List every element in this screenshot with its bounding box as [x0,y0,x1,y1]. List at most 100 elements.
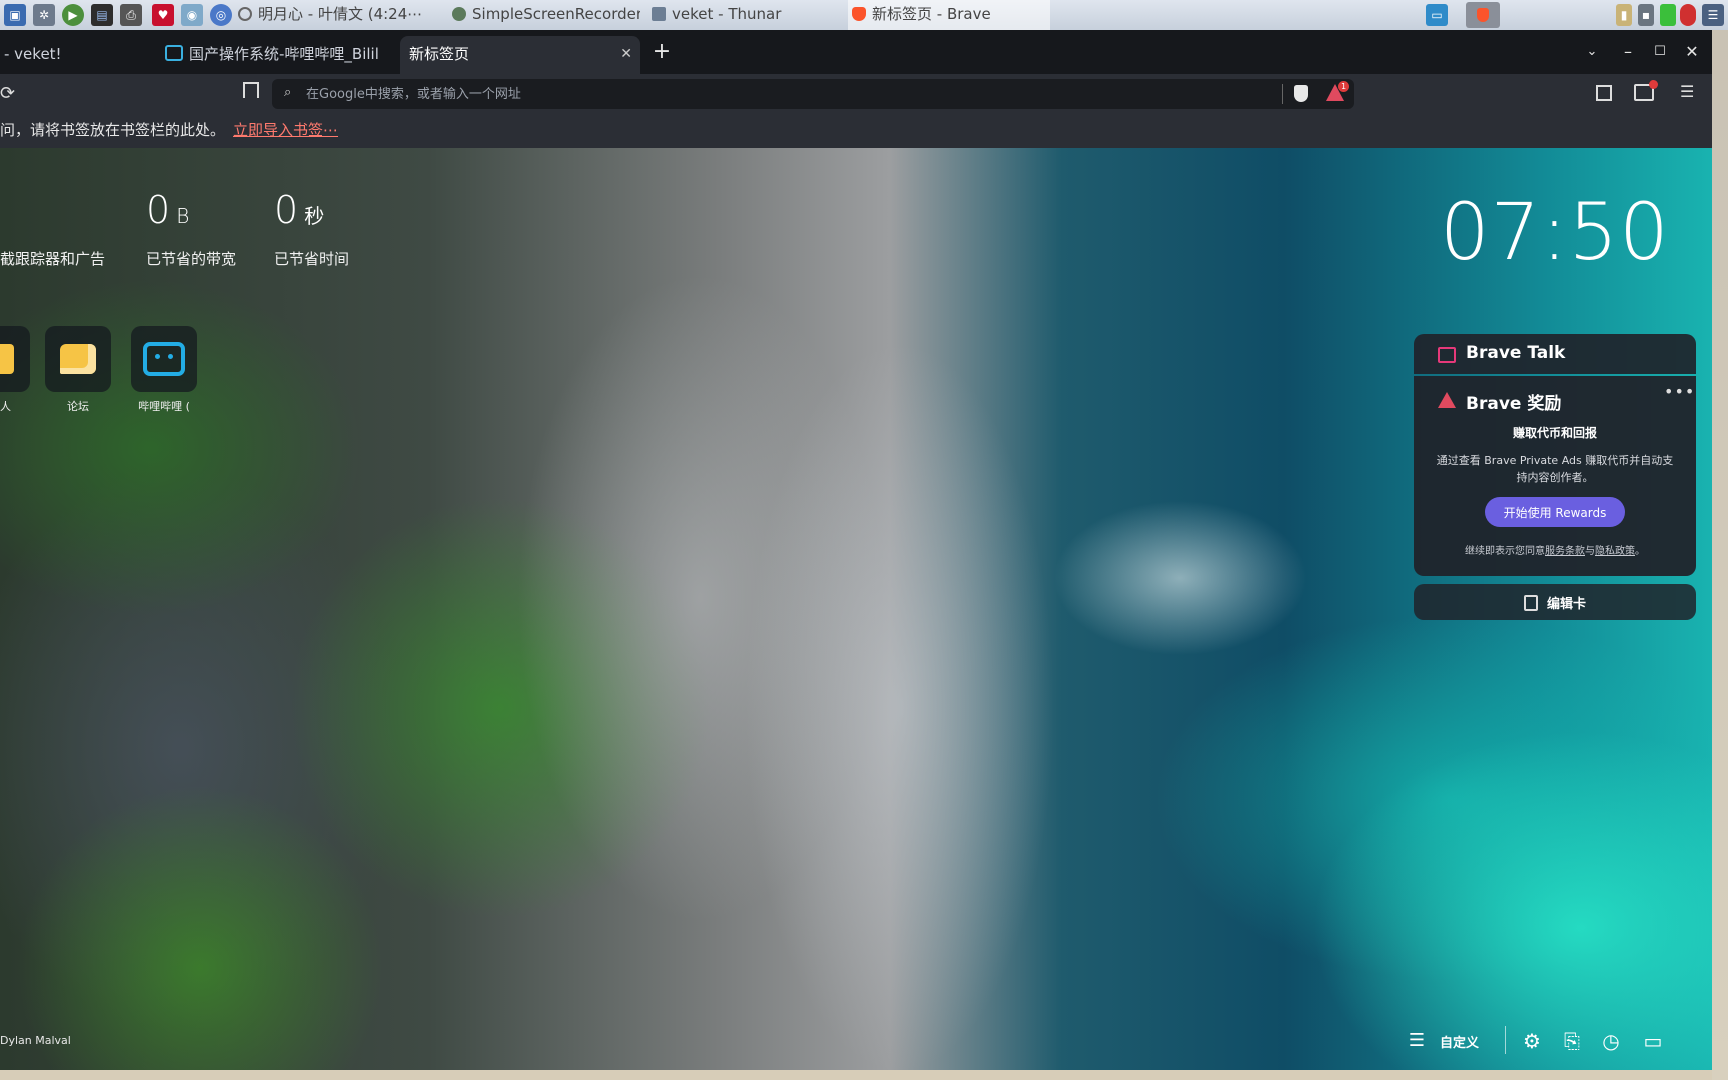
settings-gear-icon[interactable]: ✲ [33,4,55,26]
rewards-subtitle: 赚取代币和回报 [1512,426,1597,440]
battery-icon[interactable] [1660,4,1676,26]
close-tab-icon[interactable]: ✕ [620,36,632,72]
tab-title: 新标签页 [409,45,470,63]
desktop-background-edge [0,1070,1712,1080]
top-site-label: 人 [0,400,11,413]
tab-search-chevron-icon[interactable]: ⌄ [1578,38,1606,66]
bookmarks-icon[interactable]: ⎘ [1559,1028,1585,1054]
tab-strip: - veket! 国产操作系统-哔哩哔哩_Bilil 新标签页 ✕ + ⌄ – … [0,30,1712,74]
task-screen-recorder[interactable]: SimpleScreenRecorder [452,0,640,30]
new-tab-page: 截跟踪器和广告 0B 已节省的带宽 0秒 已节省时间 07:50 人 论坛 哔哩… [0,148,1712,1070]
brave-talk-icon[interactable]: ▭ [1640,1028,1666,1054]
browser-window: - veket! 国产操作系统-哔哩哔哩_Bilil 新标签页 ✕ + ⌄ – … [0,30,1712,1070]
workspace-icon[interactable]: ▭ [1426,4,1448,26]
tab-title: 国产操作系统-哔哩哔哩_Bilil [189,45,379,63]
brave-talk-card[interactable]: Brave Talk [1414,334,1696,374]
file-manager-icon[interactable]: ◉ [181,4,203,26]
task-label: veket - Thunar [672,5,782,23]
divider [1505,1026,1506,1054]
close-window-icon[interactable]: ✕ [1678,38,1706,66]
rewards-triangle-icon [1438,392,1456,408]
tab-new-tab[interactable]: 新标签页 ✕ [400,36,640,74]
brave-shields-icon[interactable] [1294,85,1308,102]
task-label: 明月心 - 叶倩文 (4:24⋯ [258,5,423,23]
search-icon: ⌕ [284,85,292,100]
clipboard-icon[interactable]: ▮ [1616,4,1632,26]
rewards-title: Brave 奖励 [1466,394,1562,414]
customize-button[interactable]: 自定义 [1440,1032,1479,1051]
task-label: SimpleScreenRecorder [472,5,640,23]
edit-cards-label: 编辑卡 [1547,597,1587,612]
brave-rewards-card: Brave 奖励 ••• 赚取代币和回报 通过查看 Brave Private … [1414,376,1696,576]
top-site-tile[interactable] [45,326,111,392]
folder-icon [0,344,14,374]
wallet-icon[interactable] [1634,80,1658,101]
network-icon[interactable]: ◎ [210,4,232,26]
photo-credit[interactable]: Dylan Malval [0,1034,71,1047]
minimize-icon[interactable]: – [1614,38,1642,66]
folder-icon [652,7,666,21]
maximize-icon[interactable]: ☐ [1646,38,1674,66]
more-options-icon[interactable]: ••• [1664,382,1695,401]
browser-toolbar: ⟳ ⌕ 1 ☰ [0,74,1712,114]
terminal-icon[interactable]: ▤ [91,4,113,26]
task-label: 新标签页 - Brave [872,5,991,23]
brave-talk-title: Brave Talk [1466,343,1566,363]
task-thunar[interactable]: veket - Thunar [652,0,832,30]
desktop-background-edge [1712,30,1728,1080]
network-tray-icon[interactable]: ▪ [1638,4,1654,26]
brave-icon [852,7,866,21]
import-bookmarks-link[interactable]: 立即导入书签⋯ [233,121,338,139]
rewards-terms: 继续即表示您同意服务条款与隐私政策。 [1465,546,1645,557]
brave-shield-icon[interactable]: ♥ [152,4,174,26]
menu-icon[interactable]: ☰ [1680,82,1694,101]
task-brave[interactable]: 新标签页 - Brave [848,0,1050,32]
address-bar[interactable]: ⌕ 1 [272,79,1354,109]
stat-time-value: 0秒 [274,188,325,232]
edit-cards-button[interactable]: 编辑卡 [1414,584,1696,620]
history-icon[interactable]: ◷ [1598,1028,1624,1054]
edit-cards-icon [1524,595,1538,611]
tab-bilibili[interactable]: 国产操作系统-哔哩哔哩_Bilil [165,36,393,74]
menu-tray-icon[interactable]: ☰ [1702,4,1724,26]
record-icon[interactable] [1680,4,1696,26]
tab-title: - veket! [4,45,62,63]
settings-gear-icon[interactable]: ⚙ [1519,1028,1545,1054]
chat-icon [60,344,96,374]
stat-bandwidth-label: 已节省的带宽 [146,250,237,268]
rewards-description: 通过查看 Brave Private Ads 赚取代币并自动支持内容创作者。 [1436,454,1674,484]
stat-blocked-label: 截跟踪器和广告 [0,250,106,268]
music-icon [238,7,252,21]
video-camera-icon [1438,347,1456,363]
bookmarks-notice: 问，请将书签放在书签栏的此处。 [0,121,226,139]
bilibili-tab-icon [165,45,183,61]
desktop-taskbar: ▣ ✲ ▶ ▤ ⎙ ♥ ◉ ◎ 明月心 - 叶倩文 (4:24⋯ SimpleS… [0,0,1728,32]
customize-sliders-icon[interactable]: ☰ [1404,1028,1430,1054]
reload-icon[interactable]: ⟳ [0,83,15,104]
start-rewards-button[interactable]: 开始使用 Rewards [1485,497,1625,527]
tab-veket[interactable]: - veket! [0,36,154,74]
brave-tray-icon[interactable] [1466,2,1500,28]
printer-icon[interactable]: ⎙ [120,4,142,26]
top-site-tile[interactable] [0,326,30,392]
task-music-player[interactable]: 明月心 - 叶倩文 (4:24⋯ [238,0,443,30]
recorder-icon [452,7,466,21]
top-site-label: 论坛 [67,400,89,413]
bilibili-icon [143,342,185,376]
address-input[interactable] [306,79,1206,109]
rewards-notification-badge: 1 [1338,81,1349,92]
top-site-label: 哔哩哔哩 ( [138,400,190,413]
new-tab-plus-icon[interactable]: + [648,38,676,66]
divider [1282,84,1283,104]
stat-bandwidth-value: 0B [146,188,190,232]
bookmarks-bar: 问，请将书签放在书签栏的此处。 立即导入书签⋯ [0,114,1712,148]
sidebar-toggle-icon[interactable] [1596,85,1612,101]
stat-time-label: 已节省时间 [274,250,350,268]
desktop-icon[interactable]: ▣ [4,4,26,26]
bookmark-icon[interactable] [243,82,259,98]
top-site-tile[interactable] [131,326,197,392]
terms-of-service-link[interactable]: 服务条款 [1545,546,1585,557]
privacy-policy-link[interactable]: 隐私政策 [1595,546,1635,557]
clock: 07:50 [1440,188,1670,278]
play-icon[interactable]: ▶ [62,4,84,26]
